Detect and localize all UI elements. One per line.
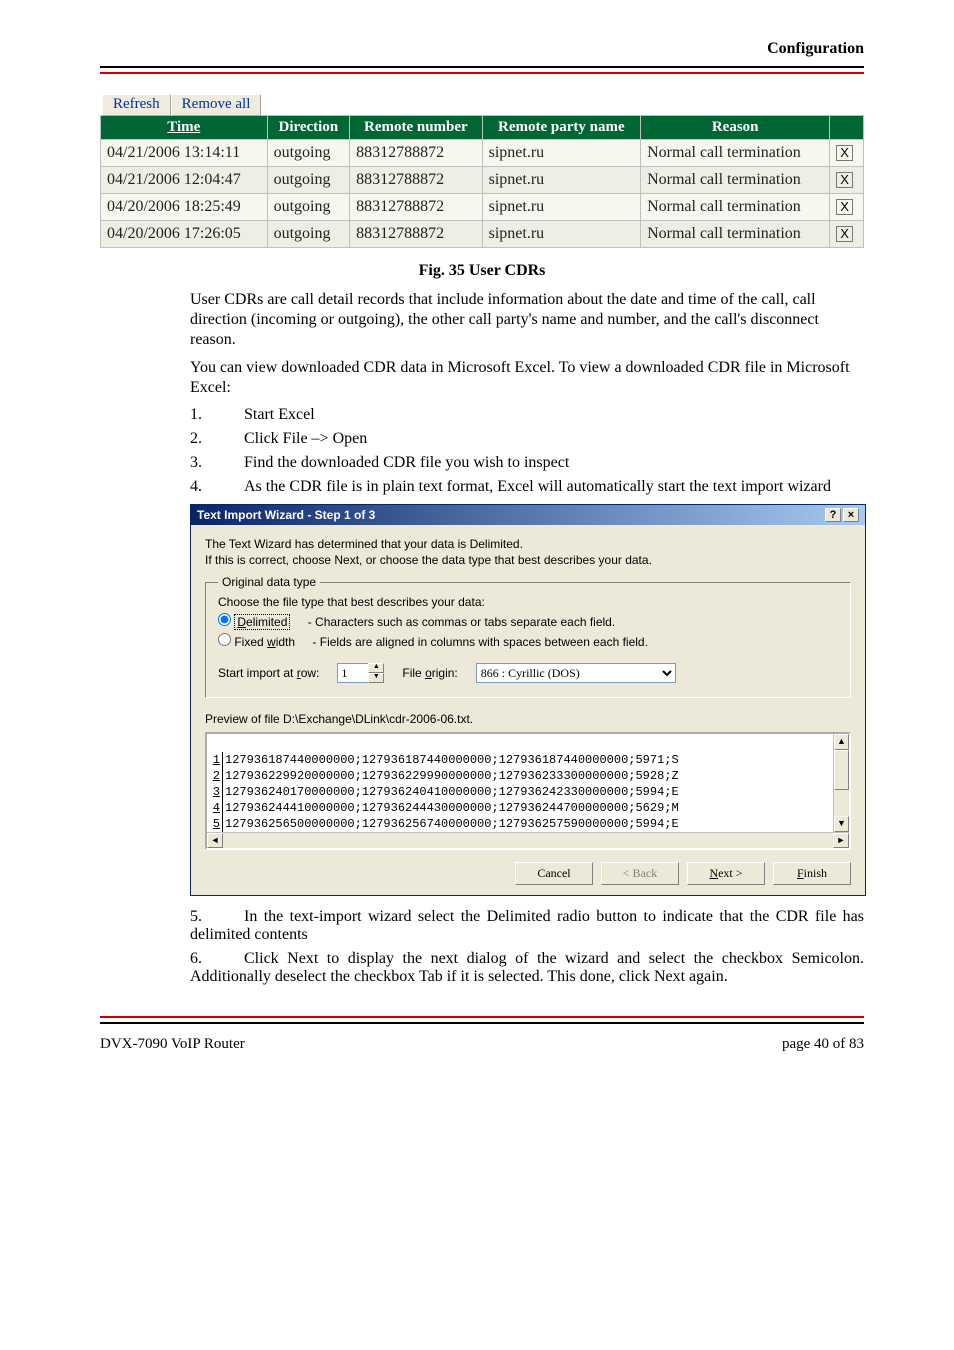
divider-red xyxy=(100,1016,864,1018)
list-item: 1.Start Excel xyxy=(190,406,864,424)
cell-number: 88312788872 xyxy=(350,140,482,167)
col-delete xyxy=(830,116,864,140)
wizard-dialog: Text Import Wizard - Step 1 of 3 ? × The… xyxy=(190,504,866,896)
scrollbar-vertical[interactable]: ▲ ▼ xyxy=(833,734,849,832)
spin-up[interactable]: ▲ xyxy=(368,663,384,673)
figure-caption: Fig. 35 User CDRs xyxy=(100,262,864,280)
cell-direction: outgoing xyxy=(267,140,350,167)
preview-label: Preview of file D:\Exchange\DLink\cdr-20… xyxy=(205,712,851,726)
list-item: 2.Click File –> Open xyxy=(190,430,864,448)
divider-red xyxy=(100,72,864,74)
spin-down[interactable]: ▼ xyxy=(368,673,384,683)
file-origin-label: File origin: xyxy=(402,666,457,680)
paragraph: You can view downloaded CDR data in Micr… xyxy=(190,358,864,398)
start-row-input[interactable] xyxy=(337,663,369,683)
cell-delete: X xyxy=(830,140,864,167)
table-row: 04/21/2006 12:04:47 outgoing 88312788872… xyxy=(101,167,864,194)
wizard-text: The Text Wizard has determined that your… xyxy=(205,537,851,551)
dialog-title: Text Import Wizard - Step 1 of 3 xyxy=(197,508,375,522)
cell-reason: Normal call termination xyxy=(641,140,830,167)
help-button[interactable]: ? xyxy=(825,508,841,522)
list-item: 6.Click Next to display the next dialog … xyxy=(190,950,864,986)
table-row: 04/21/2006 13:14:11 outgoing 88312788872… xyxy=(101,140,864,167)
cell-reason: Normal call termination xyxy=(641,194,830,221)
scroll-down-icon[interactable]: ▼ xyxy=(834,816,849,832)
radio-fixed-input[interactable] xyxy=(218,633,231,646)
list-item: 4.As the CDR file is in plain text forma… xyxy=(190,478,864,496)
refresh-button[interactable]: Refresh xyxy=(102,94,171,116)
col-number: Remote number xyxy=(350,116,482,140)
wizard-text: If this is correct, choose Next, or choo… xyxy=(205,553,851,567)
cell-delete: X xyxy=(830,167,864,194)
next-button[interactable]: Next > xyxy=(687,862,765,885)
footer-right: page 40 of 83 xyxy=(782,1036,864,1053)
cell-name: sipnet.ru xyxy=(482,140,640,167)
scrollbar-horizontal[interactable]: ◄ ► xyxy=(207,832,849,848)
divider xyxy=(100,66,864,68)
cell-name: sipnet.ru xyxy=(482,221,640,248)
start-row-label: Start import at row: xyxy=(218,666,319,680)
footer-left: DVX-7090 VoIP Router xyxy=(100,1036,245,1053)
delete-button[interactable]: X xyxy=(836,172,853,188)
cell-reason: Normal call termination xyxy=(641,167,830,194)
table-row: 04/20/2006 18:25:49 outgoing 88312788872… xyxy=(101,194,864,221)
divider xyxy=(100,1022,864,1024)
scroll-right-icon[interactable]: ► xyxy=(833,833,849,848)
cell-direction: outgoing xyxy=(267,221,350,248)
cell-name: sipnet.ru xyxy=(482,167,640,194)
cell-delete: X xyxy=(830,221,864,248)
cell-reason: Normal call termination xyxy=(641,221,830,248)
radio-delimited-input[interactable] xyxy=(218,613,231,626)
scroll-up-icon[interactable]: ▲ xyxy=(834,734,849,750)
remove-all-button[interactable]: Remove all xyxy=(171,94,262,116)
cell-name: sipnet.ru xyxy=(482,194,640,221)
delete-button[interactable]: X xyxy=(836,199,853,215)
cell-time: 04/20/2006 18:25:49 xyxy=(101,194,268,221)
preview-box: 1127936187440000000;127936187440000000;1… xyxy=(205,732,851,850)
scroll-left-icon[interactable]: ◄ xyxy=(207,833,223,848)
finish-button[interactable]: Finish xyxy=(773,862,851,885)
cell-number: 88312788872 xyxy=(350,194,482,221)
cell-time: 04/20/2006 17:26:05 xyxy=(101,221,268,248)
file-origin-select[interactable]: 866 : Cyrillic (DOS) xyxy=(476,663,676,683)
cell-delete: X xyxy=(830,194,864,221)
cell-direction: outgoing xyxy=(267,194,350,221)
list-item: 3.Find the downloaded CDR file you wish … xyxy=(190,454,864,472)
cdr-table: Time Direction Remote number Remote part… xyxy=(100,115,864,248)
radio-delimited[interactable]: Delimited xyxy=(218,615,294,629)
cell-time: 04/21/2006 12:04:47 xyxy=(101,167,268,194)
titlebar: Text Import Wizard - Step 1 of 3 ? × xyxy=(191,505,865,525)
group-prompt: Choose the file type that best describes… xyxy=(218,595,838,609)
list-item: 5.In the text-import wizard select the D… xyxy=(190,908,864,944)
col-party: Remote party name xyxy=(482,116,640,140)
radio-desc: - Fields are aligned in columns with spa… xyxy=(312,635,648,649)
close-button[interactable]: × xyxy=(843,508,859,522)
delete-button[interactable]: X xyxy=(836,145,853,161)
paragraph: User CDRs are call detail records that i… xyxy=(190,290,864,350)
radio-desc: - Characters such as commas or tabs sepa… xyxy=(308,615,615,629)
cell-time: 04/21/2006 13:14:11 xyxy=(101,140,268,167)
col-reason: Reason xyxy=(641,116,830,140)
original-data-type-group: Original data type Choose the file type … xyxy=(205,575,851,698)
page-header-title: Configuration xyxy=(100,40,864,58)
delete-button[interactable]: X xyxy=(836,226,853,242)
col-time: Time xyxy=(101,116,268,140)
scroll-thumb[interactable] xyxy=(834,750,849,790)
radio-fixed[interactable]: Fixed width xyxy=(218,635,298,649)
back-button: < Back xyxy=(601,862,679,885)
col-direction: Direction xyxy=(267,116,350,140)
group-legend: Original data type xyxy=(218,575,320,589)
cell-number: 88312788872 xyxy=(350,221,482,248)
cell-direction: outgoing xyxy=(267,167,350,194)
table-row: 04/20/2006 17:26:05 outgoing 88312788872… xyxy=(101,221,864,248)
cell-number: 88312788872 xyxy=(350,167,482,194)
cancel-button[interactable]: Cancel xyxy=(515,862,593,885)
